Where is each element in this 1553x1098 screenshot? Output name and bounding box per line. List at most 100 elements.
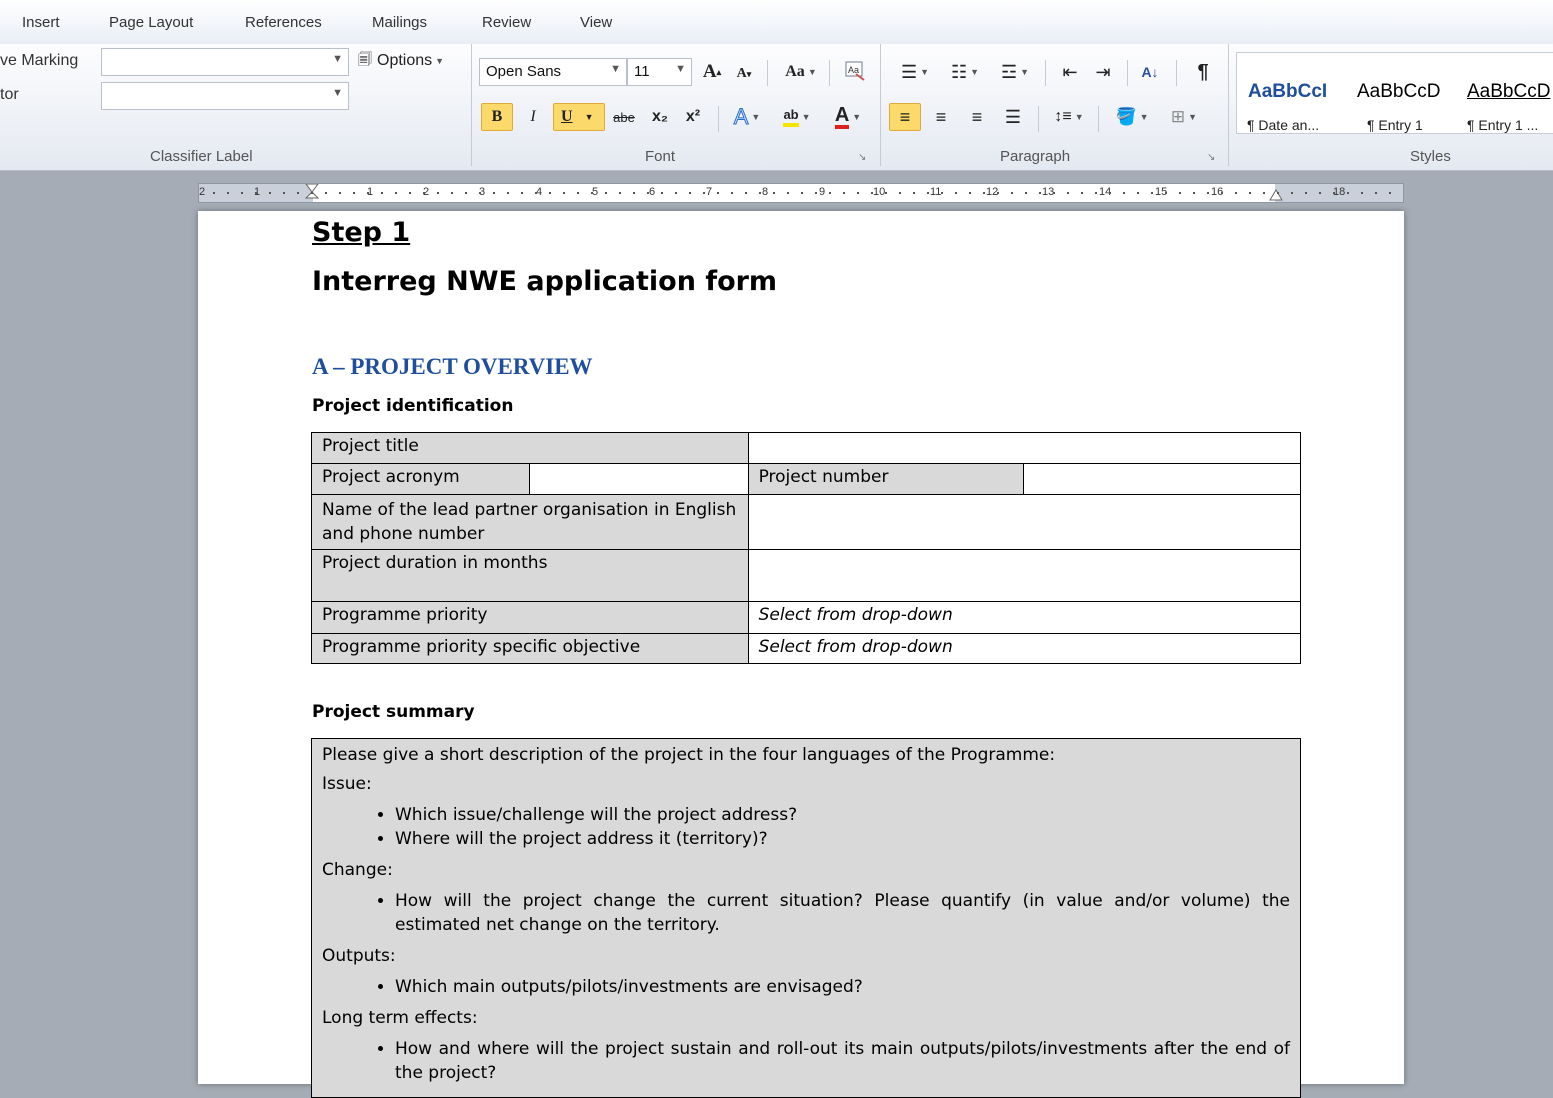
ruler-tick xyxy=(1095,192,1097,194)
ruler-tick xyxy=(1193,192,1195,194)
options-button[interactable]: 🗐 Options ▼ xyxy=(358,48,444,74)
dialog-launcher-icon[interactable]: ↘ xyxy=(858,152,866,163)
subscript-icon: x₂ xyxy=(651,108,668,125)
style-sample-entry1-more[interactable]: AaBbCcD xyxy=(1467,81,1550,103)
lead-partner-field[interactable] xyxy=(747,494,1302,550)
separator xyxy=(1176,60,1177,86)
style-name-entry1[interactable]: ¶ Entry 1 xyxy=(1367,117,1423,133)
priority-dropdown[interactable]: Select from drop-down xyxy=(747,601,1302,634)
list-item: How will the project change the current … xyxy=(395,889,1290,937)
table-row: Project title xyxy=(311,432,1302,464)
bullets-button[interactable]: ☰ ▼ xyxy=(892,58,938,86)
chevron-down-icon[interactable]: ▼ xyxy=(332,53,343,65)
align-left-button[interactable]: ≡ xyxy=(889,103,921,131)
ruler-tick xyxy=(297,192,299,194)
chevron-down-icon[interactable]: ▼ xyxy=(332,87,343,99)
tab-review[interactable]: Review xyxy=(482,14,531,31)
strikethrough-button[interactable]: abe xyxy=(608,103,640,131)
objective-dropdown[interactable]: Select from drop-down xyxy=(747,633,1302,664)
project-summary-box[interactable]: Please give a short description of the p… xyxy=(311,738,1301,1098)
styles-gallery[interactable]: AaBbCcI ¶ Date an... AaBbCcD ¶ Entry 1 A… xyxy=(1236,52,1553,134)
italic-button[interactable]: I xyxy=(519,103,547,131)
tab-mailings[interactable]: Mailings xyxy=(372,14,427,31)
tab-insert[interactable]: Insert xyxy=(22,14,60,31)
align-center-button[interactable]: ≡ xyxy=(926,103,956,131)
document-page[interactable]: Step 1 Interreg NWE application form A –… xyxy=(198,211,1404,1098)
ruler-tick xyxy=(661,192,663,194)
multilevel-list-button[interactable]: ☲ ▼ xyxy=(992,58,1038,86)
tab-page-layout[interactable]: Page Layout xyxy=(109,14,193,31)
horizontal-ruler[interactable]: 2 1 1 2 3 4 5 6 7 8 9 10 11 12 13 14 15 … xyxy=(198,183,1404,203)
superscript-button[interactable]: x² xyxy=(678,103,708,131)
dialog-launcher-icon[interactable]: ↘ xyxy=(1207,152,1215,163)
tab-references[interactable]: References xyxy=(245,14,322,31)
ruler-tick xyxy=(311,192,313,194)
tab-view[interactable]: View xyxy=(580,14,612,31)
ruler-tick xyxy=(395,192,397,194)
sort-button[interactable]: A↓ xyxy=(1135,58,1165,86)
classifier-marking-combo[interactable]: ▼ xyxy=(101,48,349,76)
style-name-date[interactable]: ¶ Date an... xyxy=(1247,117,1319,133)
ruler-tick xyxy=(437,192,439,194)
group-label-classifier: Classifier Label xyxy=(150,148,253,165)
numbering-button[interactable]: ☷ ▼ xyxy=(942,58,988,86)
font-color-icon: A xyxy=(834,105,850,129)
chevron-down-icon[interactable]: ▼ xyxy=(675,63,686,75)
ruler-tick xyxy=(591,192,593,194)
document-icon: 🗐 xyxy=(358,51,372,67)
show-formatting-button[interactable]: ¶ xyxy=(1188,58,1218,86)
duration-field[interactable] xyxy=(747,549,1302,602)
group-label-paragraph: Paragraph xyxy=(1000,148,1071,165)
style-sample-date[interactable]: AaBbCcI xyxy=(1248,81,1327,103)
objective-label: Programme priority specific objective xyxy=(311,633,749,664)
text-effects-button[interactable]: A ▼ xyxy=(728,103,766,131)
shading-button[interactable]: 🪣 ▼ xyxy=(1108,103,1156,131)
project-number-field[interactable] xyxy=(1023,463,1301,495)
project-acronym-field[interactable] xyxy=(528,463,749,495)
shrink-font-button[interactable]: A ▾ xyxy=(733,60,755,88)
ruler-tick xyxy=(773,192,775,194)
justify-button[interactable]: ☰ xyxy=(998,103,1028,131)
ruler-tick xyxy=(1277,192,1279,194)
numbered-list-icon: ☷ xyxy=(950,61,968,82)
ruler-tick xyxy=(1235,192,1237,194)
group-label-styles: Styles xyxy=(1410,148,1451,165)
chevron-down-icon: ▼ xyxy=(801,112,811,122)
chevron-down-icon: ▼ xyxy=(1020,67,1030,77)
ruler-tick xyxy=(675,192,677,194)
align-right-button[interactable]: ≡ xyxy=(962,103,992,131)
style-sample-entry1[interactable]: AaBbCcD xyxy=(1357,81,1440,103)
chevron-down-icon: ▼ xyxy=(970,67,980,77)
right-indent-marker-icon[interactable] xyxy=(1269,188,1283,202)
change-case-button[interactable]: Aa ▼ xyxy=(780,58,822,86)
classifier-author-combo[interactable]: ▼ xyxy=(101,82,349,110)
font-color-button[interactable]: A ▼ xyxy=(826,103,870,131)
ruler-tick xyxy=(521,192,523,194)
grow-font-button[interactable]: A ▴ xyxy=(700,58,724,86)
bold-icon: B xyxy=(491,108,503,125)
line-spacing-button[interactable]: ↕≡ ▼ xyxy=(1048,103,1090,131)
subscript-button[interactable]: x₂ xyxy=(645,103,675,131)
ruler-tick xyxy=(1375,192,1377,194)
ribbon: ve Marking tor ▼ ▼ 🗐 Options ▼ Classifie… xyxy=(0,44,1553,171)
clear-formatting-button[interactable]: Aa xyxy=(840,56,870,86)
list-item: Which issue/challenge will the project a… xyxy=(395,803,1290,827)
decrease-indent-button[interactable]: ⇤ xyxy=(1055,58,1085,86)
style-name-entry1-more[interactable]: ¶ Entry 1 ... xyxy=(1467,117,1538,133)
ruler-tick xyxy=(857,192,859,194)
borders-button[interactable]: ⊞ ▼ xyxy=(1162,103,1206,131)
ruler-tick xyxy=(1165,192,1167,194)
font-size-combo[interactable]: 11 ▼ xyxy=(627,58,692,86)
project-title-field[interactable] xyxy=(747,432,1302,464)
chevron-down-icon[interactable]: ▼ xyxy=(610,63,621,75)
table-row: Programme priority Select from drop-down xyxy=(311,601,1302,634)
bold-button[interactable]: B xyxy=(481,103,513,131)
ruler-tick xyxy=(479,192,481,194)
ruler-tick xyxy=(493,192,495,194)
ruler-tick xyxy=(647,192,649,194)
increase-indent-button[interactable]: ⇥ xyxy=(1088,58,1118,86)
font-family-combo[interactable]: Open Sans ▼ xyxy=(479,58,627,86)
highlight-button[interactable]: ab ▼ xyxy=(772,103,822,131)
underline-button[interactable]: U ▼ xyxy=(553,103,605,131)
ruler-tick xyxy=(283,192,285,194)
